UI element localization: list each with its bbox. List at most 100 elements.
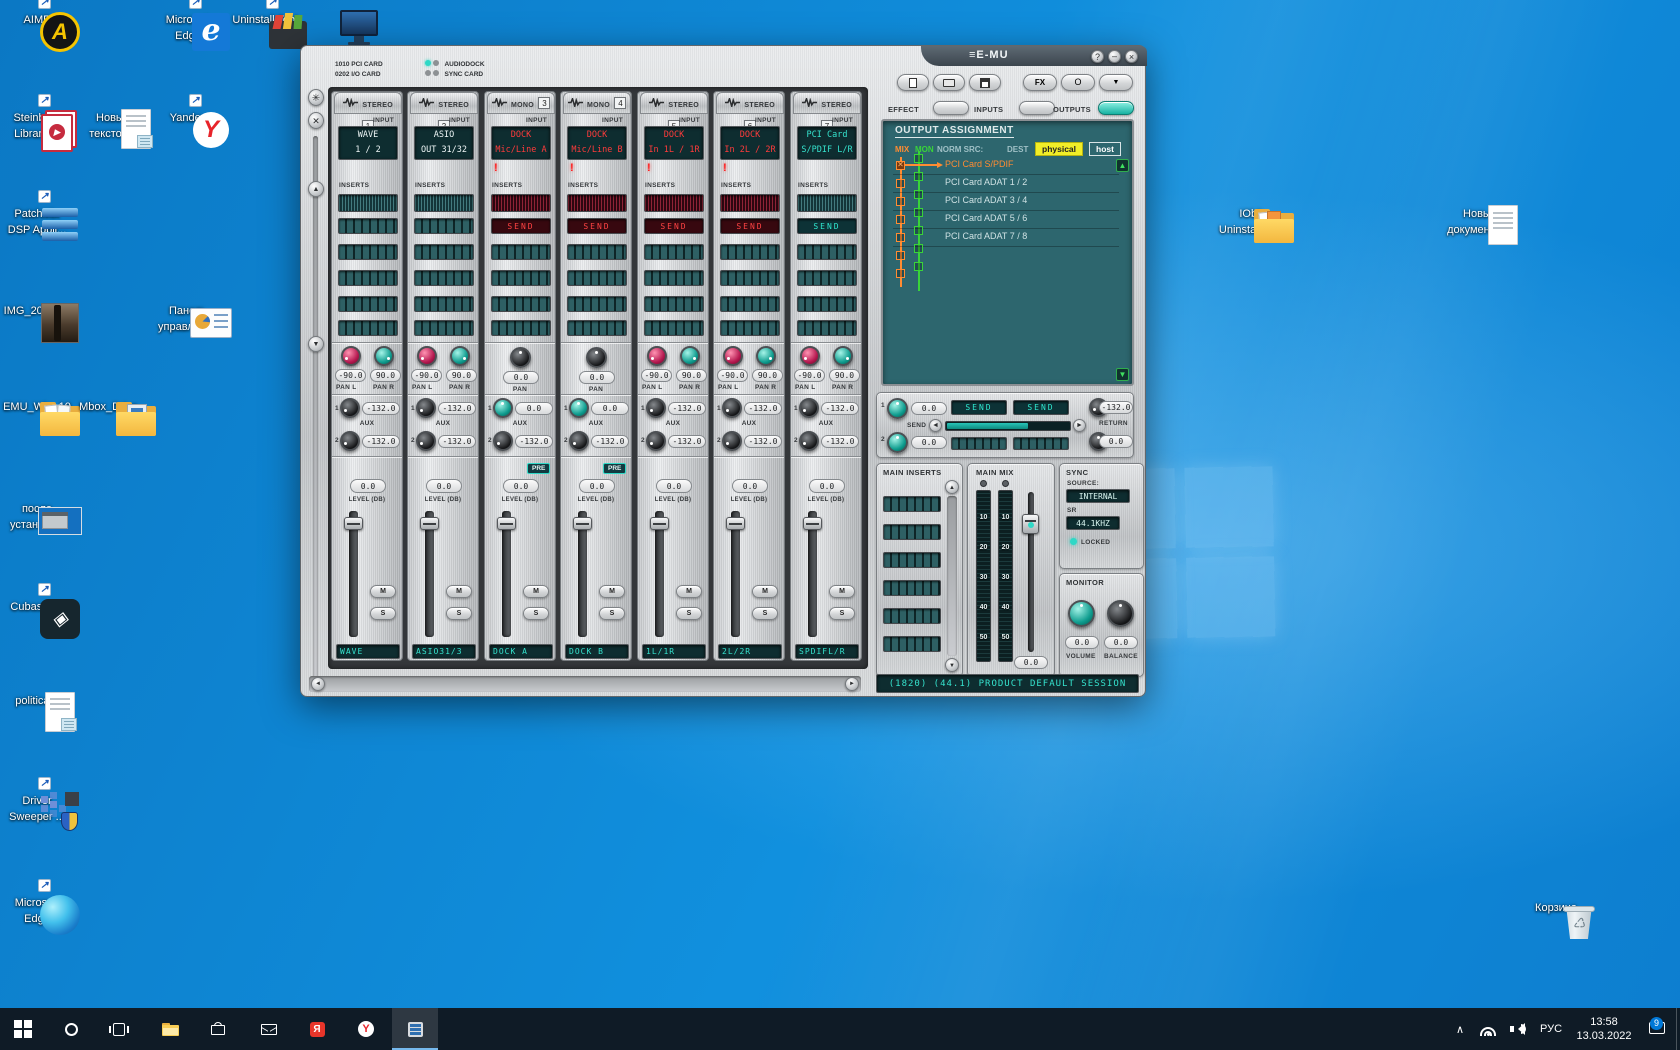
insert-slot-6[interactable] (644, 320, 704, 336)
input-display[interactable]: WAVE1 / 2 (338, 126, 398, 160)
main-insert-slot-5[interactable] (883, 608, 941, 624)
desktop-icon-img-7[interactable]: IMG_20200... (0, 300, 79, 319)
scroll-down-button[interactable]: ▼ (308, 336, 324, 352)
desktop-icon-folder-iobit-16[interactable]: IObitUninstaller ... (1209, 203, 1293, 238)
insert-slot-5[interactable] (797, 296, 857, 312)
scribble-strip[interactable]: 2L/2R (718, 644, 782, 659)
desktop-icon-uninst-2[interactable]: ↗Uninstall Tool (223, 9, 307, 28)
aux2-knob[interactable] (646, 431, 666, 451)
mix-route-checkbox-0[interactable]: ✕ (896, 161, 905, 170)
scribble-strip[interactable]: DOCK A (489, 644, 553, 659)
solo-button[interactable]: S (676, 607, 702, 620)
main-insert-slot-3[interactable] (883, 552, 941, 568)
strip-hscrollbar[interactable] (309, 676, 861, 692)
network-icon[interactable] (1474, 1008, 1502, 1050)
input-display[interactable]: PCI CardS/PDIF L/R (797, 126, 857, 160)
solo-button[interactable]: S (523, 607, 549, 620)
insert-slot-6[interactable] (567, 320, 627, 336)
insert-slot-1[interactable] (567, 194, 627, 212)
pre-fader-badge[interactable]: PRE (527, 463, 550, 474)
show-desktop-button[interactable] (1676, 1008, 1680, 1050)
aux2-knob[interactable] (493, 431, 513, 451)
tab-host[interactable]: host (1089, 142, 1121, 156)
hscroll-left-button[interactable]: ◄ (311, 677, 325, 691)
insert-send-slot[interactable]: SEND (644, 218, 704, 234)
mon-route-checkbox-5[interactable] (914, 244, 923, 253)
solo-button[interactable]: S (446, 607, 472, 620)
aux1-send-knob[interactable] (887, 398, 908, 419)
aux-bar-right-button[interactable]: ► (1073, 419, 1086, 432)
close-button[interactable]: × (1125, 50, 1138, 63)
insert-slot-5[interactable] (720, 296, 780, 312)
desktop-icon-edgeold-1[interactable]: e↗MicrosoftEdge (146, 9, 230, 44)
assignment-scroll-up[interactable]: ▲ (1116, 159, 1129, 172)
channel-fader-handle[interactable] (803, 517, 822, 530)
pre-fader-badge[interactable]: PRE (603, 463, 626, 474)
taskbar-task-view-icon-button[interactable] (96, 1008, 142, 1050)
scribble-strip[interactable]: 1L/1R (642, 644, 706, 659)
insert-slot-3[interactable] (414, 244, 474, 260)
insert-slot-3[interactable] (797, 244, 857, 260)
desktop-icon-yand-5[interactable]: Y↗Yandex (146, 107, 230, 126)
desktop-icon-folder-win-10[interactable]: Mbox_Drive... (71, 396, 155, 415)
taskbar-search-icon-button[interactable] (48, 1008, 94, 1050)
toggle-outputs[interactable] (1098, 101, 1134, 115)
channel-fader-handle[interactable] (497, 517, 516, 530)
aux1-insert-slot[interactable] (951, 437, 1007, 450)
pan-right-knob[interactable] (450, 346, 470, 366)
assignment-row-3[interactable]: PCI Card ADAT 5 / 6 (945, 213, 1115, 223)
insert-slot-3[interactable] (720, 244, 780, 260)
pan-right-knob[interactable] (756, 346, 776, 366)
mon-route-checkbox-0[interactable] (914, 154, 923, 163)
strip-type-tab[interactable]: MONO 4 (563, 92, 631, 114)
assignment-row-1[interactable]: PCI Card ADAT 1 / 2 (945, 177, 1115, 187)
aux2-knob[interactable] (416, 431, 436, 451)
insert-slot-6[interactable] (491, 320, 551, 336)
volume-icon[interactable] (1504, 1008, 1532, 1050)
insert-slot-5[interactable] (414, 296, 474, 312)
scribble-strip[interactable]: WAVE (336, 644, 400, 659)
aux2-knob[interactable] (569, 431, 589, 451)
desktop-icon-aimp-0[interactable]: A↗AIMP (0, 9, 79, 28)
strip-type-tab[interactable]: STEREO 7 (793, 92, 861, 114)
language-indicator[interactable]: РУС (1534, 1008, 1568, 1050)
insert-slot-5[interactable] (567, 296, 627, 312)
desktop-icon-textdoc-13[interactable]: politica 2 (0, 690, 79, 709)
taskbar-start-button[interactable] (0, 1008, 46, 1050)
scroll-up-button[interactable]: ▲ (308, 181, 324, 197)
insert-send-slot[interactable]: SEND (567, 218, 627, 234)
aux2-knob[interactable] (799, 431, 819, 451)
desktop-icon-textdoc-4[interactable]: Новыйтекстов... (71, 107, 155, 142)
mon-route-checkbox-4[interactable] (914, 226, 923, 235)
help-button[interactable]: ? (1091, 50, 1104, 63)
pan-left-knob[interactable] (800, 346, 820, 366)
main-inserts-scrollbar[interactable] (947, 496, 957, 656)
mute-button[interactable]: M (676, 585, 702, 598)
taskbar-mail-icon-button[interactable] (246, 1008, 292, 1050)
mute-button[interactable]: M (752, 585, 778, 598)
insert-slot-4[interactable] (414, 270, 474, 286)
aux1-knob[interactable] (569, 398, 589, 418)
main-inserts-scroll-up[interactable]: ▲ (945, 480, 959, 494)
channel-fader-handle[interactable] (650, 517, 669, 530)
insert-slot-4[interactable] (797, 270, 857, 286)
desktop-icon-doc-17[interactable]: Новыйдокумент в... (1438, 203, 1522, 238)
insert-slot-3[interactable] (491, 244, 551, 260)
strip-type-tab[interactable]: STEREO 1 (334, 92, 402, 114)
solo-button[interactable]: S (829, 607, 855, 620)
channel-fader-handle[interactable] (726, 517, 745, 530)
clock[interactable]: 13:58 13.03.2022 (1568, 1008, 1640, 1050)
mon-route-checkbox-1[interactable] (914, 172, 923, 181)
open-session-button[interactable] (933, 74, 965, 91)
main-insert-slot-4[interactable] (883, 580, 941, 596)
aux2-insert-slot[interactable] (1013, 437, 1069, 450)
insert-slot-1[interactable] (491, 194, 551, 212)
scribble-strip[interactable]: DOCK B (565, 644, 629, 659)
insert-send-slot[interactable]: SEND (720, 218, 780, 234)
insert-slot-4[interactable] (567, 270, 627, 286)
mute-button[interactable]: M (599, 585, 625, 598)
strip-type-tab[interactable]: STEREO 2 (410, 92, 478, 114)
desktop-icon-folder-docs-9[interactable]: EMU_Win_10 (0, 396, 79, 415)
insert-slot-3[interactable] (567, 244, 627, 260)
aux1-knob[interactable] (340, 398, 360, 418)
